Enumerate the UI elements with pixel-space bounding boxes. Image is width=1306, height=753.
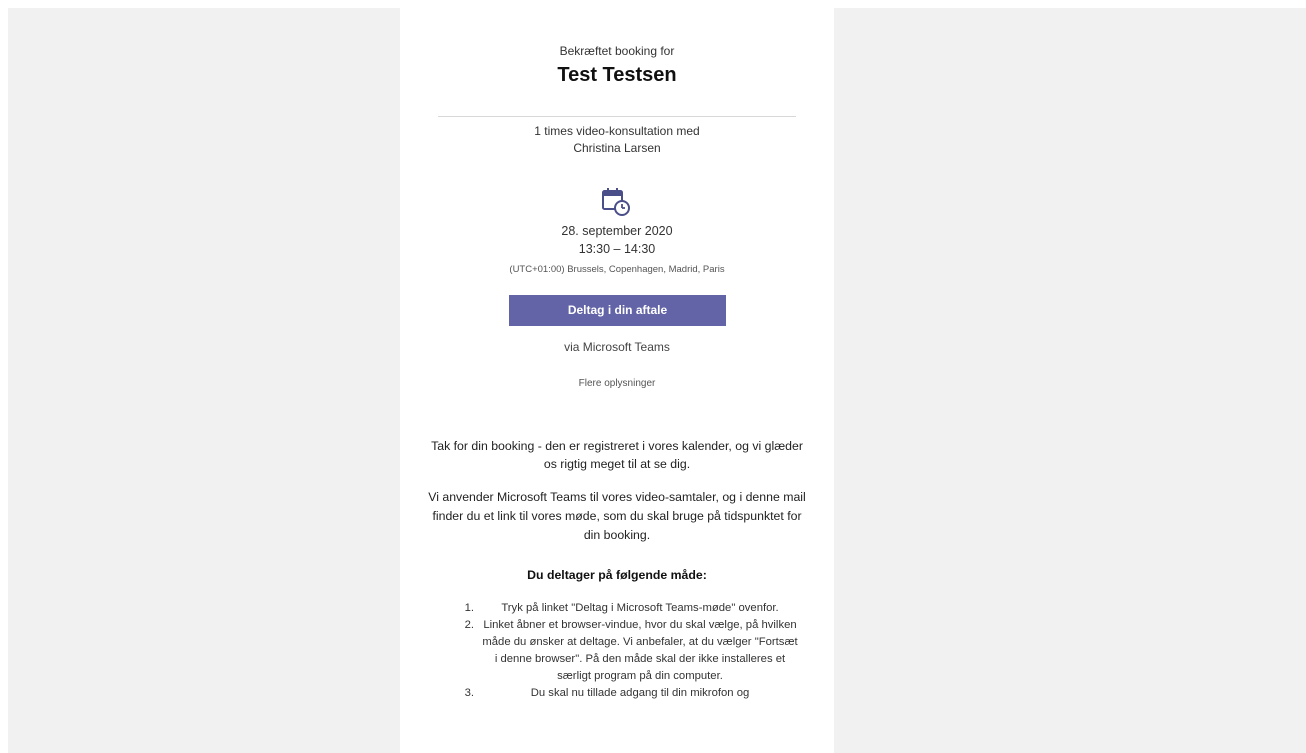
via-teams-label: via Microsoft Teams [564,340,670,354]
step-number: 3. [464,687,474,699]
steps-heading: Du deltager på følgende måde: [527,568,707,582]
join-appointment-button[interactable]: Deltag i din aftale [509,295,726,326]
step-number: 1. [464,602,474,614]
step-text: Linket åbner et browser-vindue, hvor du … [482,619,798,682]
more-info-link[interactable]: Flere oplysninger [400,378,834,389]
thanks-paragraph: Tak for din booking - den er registreret… [431,439,803,471]
appointment-datetime: 28. september 2020 13:30 – 14:30 [400,222,834,258]
list-item: 2. Linket åbner et browser-vindue, hvor … [452,617,798,685]
steps-list: 1. Tryk på linket "Deltag i Microsoft Te… [452,600,798,702]
service-description: 1 times video-konsultation med Christina… [400,123,834,157]
timezone: (UTC+01:00) Brussels, Copenhagen, Madrid… [509,264,725,275]
confirmed-booking-label: Bekræftet booking for [559,44,675,58]
customer-name: Test Testsen [557,64,677,86]
list-item: 3. Du skal nu tillade adgang til din mik… [452,685,798,702]
list-item: 1. Tryk på linket "Deltag i Microsoft Te… [452,600,798,617]
email-view: Bekræftet booking for Test Testsen 1 tim… [0,0,1306,753]
left-margin [8,8,400,753]
appointment-date: 28. september 2020 [561,224,673,238]
step-text: Tryk på linket "Deltag i Microsoft Teams… [501,602,779,614]
right-margin [834,8,1306,753]
appointment-time: 13:30 – 14:30 [578,242,656,256]
teams-info-paragraph: Vi anvender Microsoft Teams til vores vi… [428,490,806,542]
divider [438,116,796,117]
service-line-2: Christina Larsen [573,141,661,155]
booking-email-card: Bekræftet booking for Test Testsen 1 tim… [400,0,834,753]
step-number: 2. [464,619,474,631]
calendar-clock-icon [602,188,630,216]
service-line-1: 1 times video-konsultation med [534,124,700,138]
step-text: Du skal nu tillade adgang til din mikrof… [530,687,750,699]
